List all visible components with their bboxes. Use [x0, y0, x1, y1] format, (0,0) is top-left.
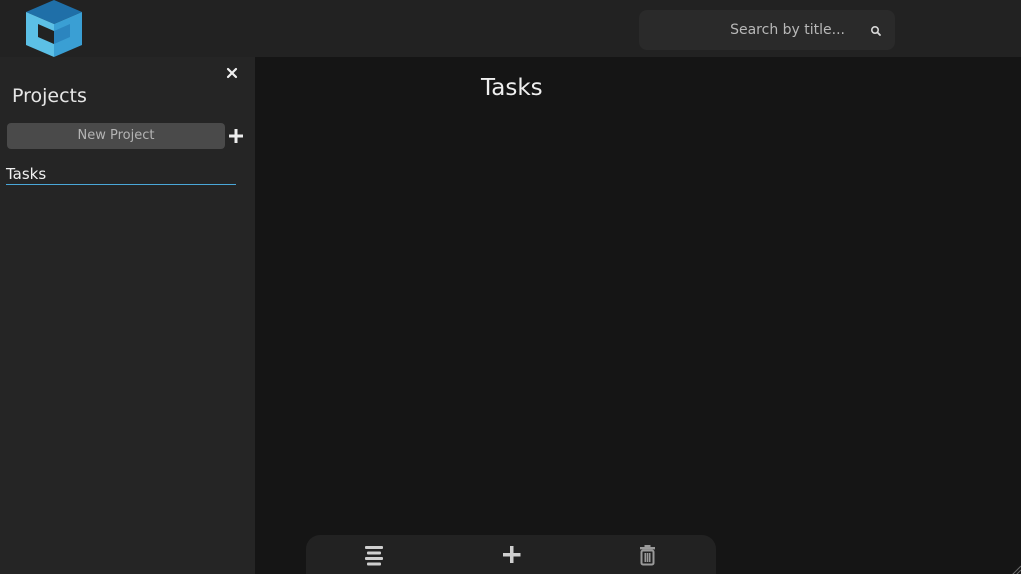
search-box [639, 10, 895, 50]
app-window: Projects New Project Tasks Tasks [0, 0, 1021, 574]
add-task-icon[interactable] [501, 544, 523, 566]
resize-grip-icon[interactable] [1009, 562, 1021, 574]
new-project-button[interactable]: New Project [7, 123, 225, 149]
page-title: Tasks [481, 75, 543, 101]
main-content: Tasks [255, 57, 1021, 574]
sidebar-item-label: Tasks [6, 165, 47, 183]
trash-icon[interactable] [637, 544, 659, 566]
cube-logo-icon[interactable] [24, 0, 84, 58]
search-icon[interactable] [869, 23, 883, 37]
close-icon[interactable] [224, 65, 240, 81]
projects-sidebar: Projects New Project Tasks [0, 57, 255, 574]
bottom-toolbar [306, 535, 716, 574]
sidebar-title: Projects [12, 85, 87, 107]
search-input[interactable] [653, 10, 853, 50]
menu-lines-icon[interactable] [363, 544, 385, 566]
plus-icon[interactable] [229, 128, 243, 143]
sidebar-item-tasks[interactable]: Tasks [6, 164, 236, 185]
top-bar [0, 0, 1021, 57]
